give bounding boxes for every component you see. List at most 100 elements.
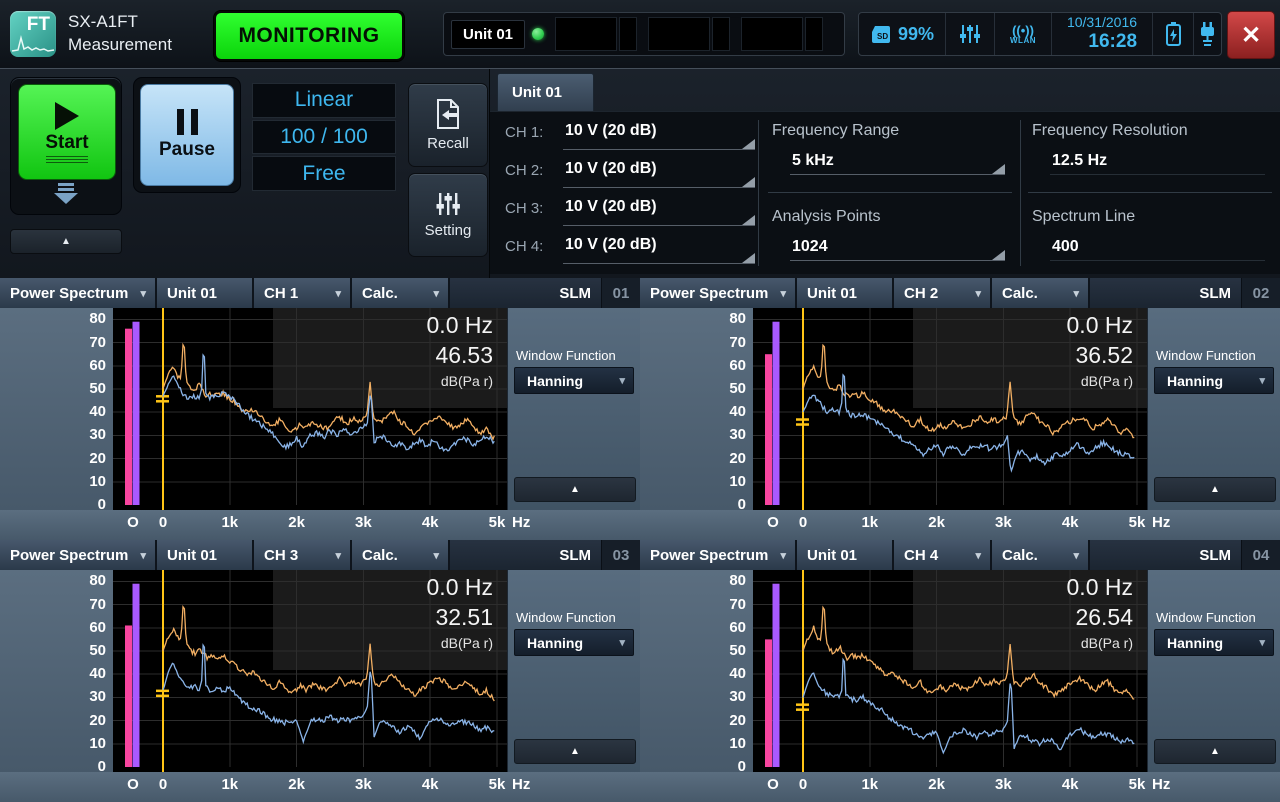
chevron-down-icon: ▾: [780, 287, 786, 300]
y-tick-label: 70: [66, 334, 106, 351]
pause-button[interactable]: Pause: [140, 84, 234, 186]
dropdown-corner-icon: [742, 253, 755, 263]
channel-dropdown[interactable]: CH 3▾: [254, 540, 350, 570]
unit-tab[interactable]: Unit 01: [497, 73, 594, 111]
ch1-range-field[interactable]: CH 1:10 V (20 dB): [505, 118, 755, 154]
averaging-panel: Linear 100 / 100 Free: [252, 83, 396, 191]
levels-status: [946, 13, 995, 55]
monitoring-status-button[interactable]: MONITORING: [214, 11, 404, 61]
x-tick-label: 3k: [995, 776, 1012, 793]
x-tick-label: 2k: [288, 776, 305, 793]
panel-collapse-button[interactable]: ▲: [1154, 739, 1276, 764]
chevron-down-icon: ▾: [1259, 636, 1265, 649]
calc-dropdown[interactable]: Calc.▾: [352, 278, 448, 308]
panel-collapse-button[interactable]: ▲: [1154, 477, 1276, 502]
x-tick-label: 4k: [1062, 776, 1079, 793]
unit-selector[interactable]: Unit 01: [797, 540, 892, 570]
control-collapse-button[interactable]: ▲: [10, 229, 122, 254]
x-axis-unit: Hz: [1152, 776, 1170, 793]
window-function-dropdown[interactable]: Hanning▾: [514, 629, 634, 656]
function-dropdown[interactable]: Power Spectrum▾: [0, 278, 155, 308]
function-dropdown[interactable]: Power Spectrum▾: [0, 540, 155, 570]
calc-dropdown[interactable]: Calc.▾: [992, 540, 1088, 570]
spectrum-plot[interactable]: 0.0 Hz 36.52 dB(Pa r): [753, 308, 1147, 510]
panel-collapse-button[interactable]: ▲: [514, 739, 636, 764]
function-dropdown[interactable]: Power Spectrum▾: [640, 278, 795, 308]
x-tick-label: 0: [159, 514, 167, 531]
x-tick-label: 5k: [1129, 776, 1146, 793]
analysis-points-value[interactable]: 1024: [792, 238, 828, 256]
chevron-down-icon: ▾: [1259, 374, 1265, 387]
ch3-range-field[interactable]: CH 3:10 V (20 dB): [505, 194, 755, 230]
window-function-dropdown[interactable]: Hanning▾: [514, 367, 634, 394]
x-tick-label: 3k: [355, 514, 372, 531]
start-button[interactable]: Start: [18, 84, 116, 180]
slm-link[interactable]: SLM03: [450, 540, 640, 570]
unit-chip: Unit 01: [451, 20, 525, 49]
y-tick-label: 30: [706, 426, 746, 443]
calc-dropdown[interactable]: Calc.▾: [352, 540, 448, 570]
y-tick-label: 80: [66, 572, 106, 589]
frequency-range-value[interactable]: 5 kHz: [792, 152, 834, 170]
x-tick-label: 4k: [422, 514, 439, 531]
chevron-down-icon: ▾: [975, 287, 981, 300]
setting-sliders-icon: [435, 191, 461, 217]
play-icon: [55, 102, 79, 130]
ch2-range-field[interactable]: CH 2:10 V (20 dB): [505, 156, 755, 192]
y-tick-label: 10: [706, 735, 746, 752]
unit-status-group: Unit 01: [443, 12, 845, 56]
close-button[interactable]: ✕: [1227, 11, 1275, 59]
x-tick-label: 1k: [221, 514, 238, 531]
battery-icon: [1164, 21, 1183, 47]
close-icon: ✕: [1241, 21, 1261, 50]
x-tick-label: 2k: [288, 514, 305, 531]
unit-selector[interactable]: Unit 01: [157, 540, 252, 570]
function-dropdown[interactable]: Power Spectrum▾: [640, 540, 795, 570]
setting-button[interactable]: Setting: [408, 173, 488, 257]
frequency-range-label: Frequency Range: [772, 122, 899, 140]
average-mode[interactable]: Linear: [252, 83, 396, 118]
recall-button[interactable]: Recall: [408, 83, 488, 167]
x-axis-unit: Hz: [512, 514, 530, 531]
svg-text:SD: SD: [877, 32, 888, 41]
status-slot: [555, 17, 637, 51]
unit-selector[interactable]: Unit 01: [797, 278, 892, 308]
ch4-range-field[interactable]: CH 4:10 V (20 dB): [505, 232, 755, 268]
window-function-dropdown[interactable]: Hanning▾: [1154, 367, 1274, 394]
spectrum-plot[interactable]: 0.0 Hz 26.54 dB(Pa r): [753, 570, 1147, 772]
channel-dropdown[interactable]: CH 4▾: [894, 540, 990, 570]
slm-link[interactable]: SLM02: [1090, 278, 1280, 308]
spectrum-plot[interactable]: 0.0 Hz 32.51 dB(Pa r): [113, 570, 507, 772]
calc-dropdown[interactable]: Calc.▾: [992, 278, 1088, 308]
y-tick-label: 30: [66, 688, 106, 705]
chevron-down-icon: ▾: [619, 374, 625, 387]
y-tick-label: 40: [706, 403, 746, 420]
x-tick-label: 1k: [861, 776, 878, 793]
pause-button-frame: Pause: [133, 77, 241, 193]
top-bar: FT SX-A1FT Measurement MONITORING Unit 0…: [0, 0, 1280, 70]
x-tick-label: 1k: [221, 776, 238, 793]
unit-selector[interactable]: Unit 01: [157, 278, 252, 308]
slm-link[interactable]: SLM01: [450, 278, 640, 308]
wlan-status: ((•)) WLAN: [995, 13, 1052, 55]
sd-percent: 99%: [898, 24, 934, 45]
y-tick-label: 60: [66, 619, 106, 636]
y-tick-label: 10: [66, 735, 106, 752]
y-tick-label: 10: [66, 473, 106, 490]
channel-dropdown[interactable]: CH 1▾: [254, 278, 350, 308]
trigger-mode[interactable]: Free: [252, 156, 396, 191]
spectrum-plot[interactable]: 0.0 Hz 46.53 dB(Pa r): [113, 308, 507, 510]
app-title: SX-A1FT Measurement: [68, 10, 172, 56]
panel-collapse-button[interactable]: ▲: [514, 477, 636, 502]
window-function-dropdown[interactable]: Hanning▾: [1154, 629, 1274, 656]
cursor-readout: 0.0 Hz 46.53 dB(Pa r): [427, 310, 493, 391]
chevron-down-icon: ▾: [619, 636, 625, 649]
channel-dropdown[interactable]: CH 2▾: [894, 278, 990, 308]
frequency-resolution-label: Frequency Resolution: [1032, 122, 1188, 140]
slm-link[interactable]: SLM04: [1090, 540, 1280, 570]
chevron-down-icon: ▾: [140, 549, 146, 562]
x-tick-label: 4k: [422, 776, 439, 793]
unit-settings-panel: CH 1:10 V (20 dB) CH 2:10 V (20 dB) CH 3…: [490, 111, 1280, 274]
x-tick-label: 2k: [928, 776, 945, 793]
plot-sidebar: Window Function Hanning▾ ▲: [1147, 570, 1280, 772]
